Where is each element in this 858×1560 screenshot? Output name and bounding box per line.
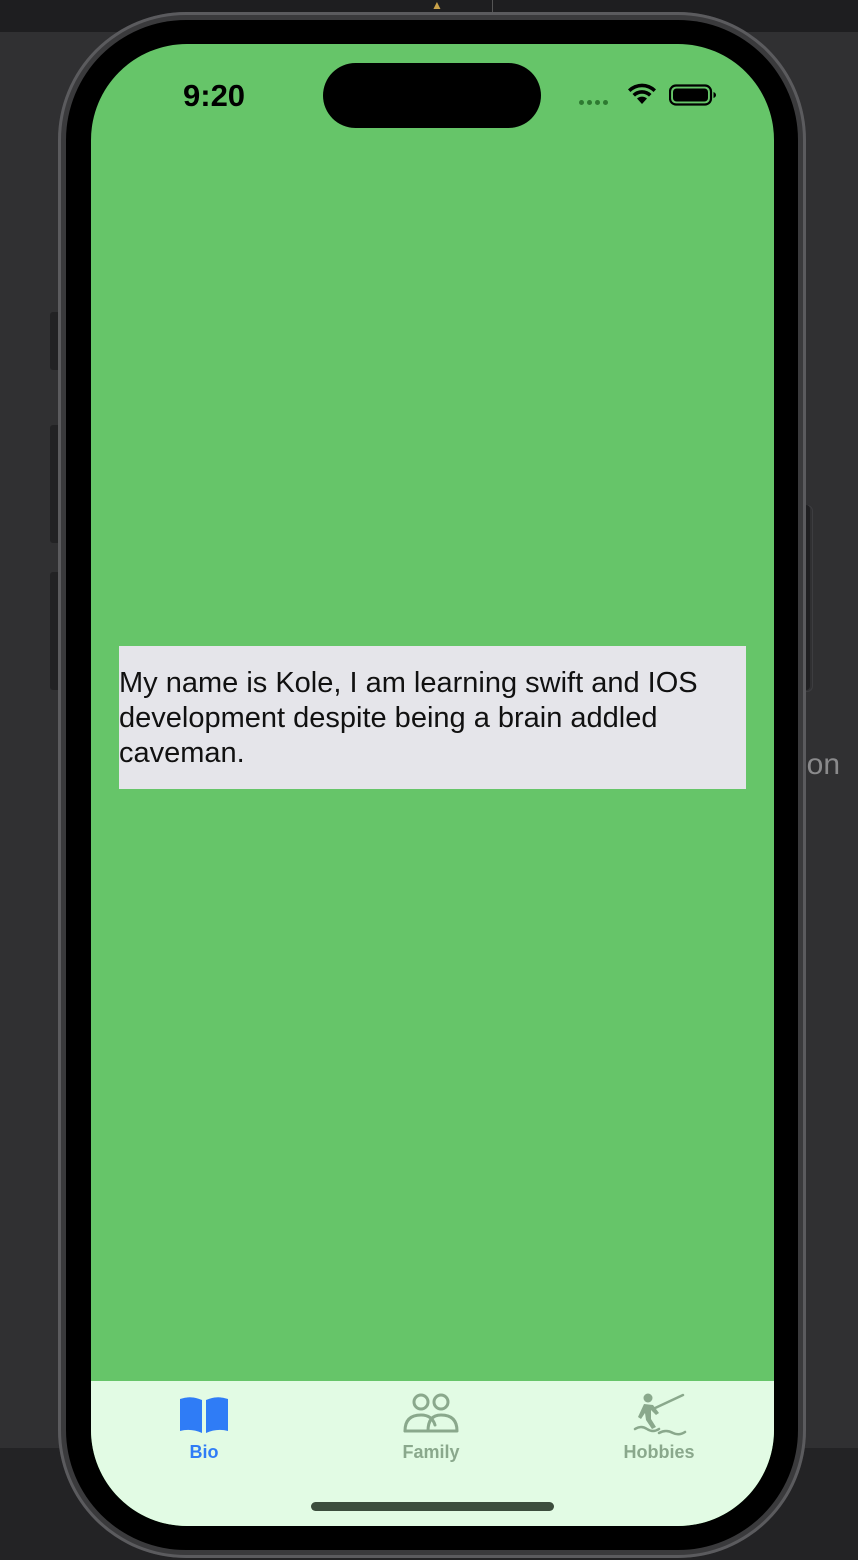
action-button xyxy=(50,312,58,370)
tab-family-label: Family xyxy=(402,1442,460,1462)
battery-icon xyxy=(669,84,716,106)
wifi-icon xyxy=(628,83,656,104)
tab-bio[interactable]: Bio xyxy=(124,1389,284,1479)
fishing-figure-icon xyxy=(633,1393,687,1436)
tab-hobbies-label: Hobbies xyxy=(623,1442,695,1462)
volume-up-button xyxy=(50,425,58,543)
simulator-window: ▲ ion 9:20 My name is Kole, I am learnin… xyxy=(0,0,858,1560)
book-icon xyxy=(180,1397,228,1433)
signal-dots-icon xyxy=(579,100,608,105)
background-label-fragment: ion xyxy=(800,748,841,781)
phone-screen: 9:20 My name is Kole, I am learning swif… xyxy=(91,44,774,1526)
tab-hobbies[interactable]: Hobbies xyxy=(579,1389,739,1479)
status-time: 9:20 xyxy=(183,78,246,113)
tab-family[interactable]: Family xyxy=(351,1389,511,1479)
tab-bio-label: Bio xyxy=(189,1442,219,1462)
dynamic-island xyxy=(323,63,541,128)
people-icon xyxy=(403,1393,459,1433)
bio-text-box: My name is Kole, I am learning swift and… xyxy=(119,646,746,789)
volume-down-button xyxy=(50,572,58,690)
home-indicator[interactable] xyxy=(311,1502,554,1511)
warning-icon: ▲ xyxy=(431,0,443,12)
bio-text: My name is Kole, I am learning swift and… xyxy=(119,667,698,769)
